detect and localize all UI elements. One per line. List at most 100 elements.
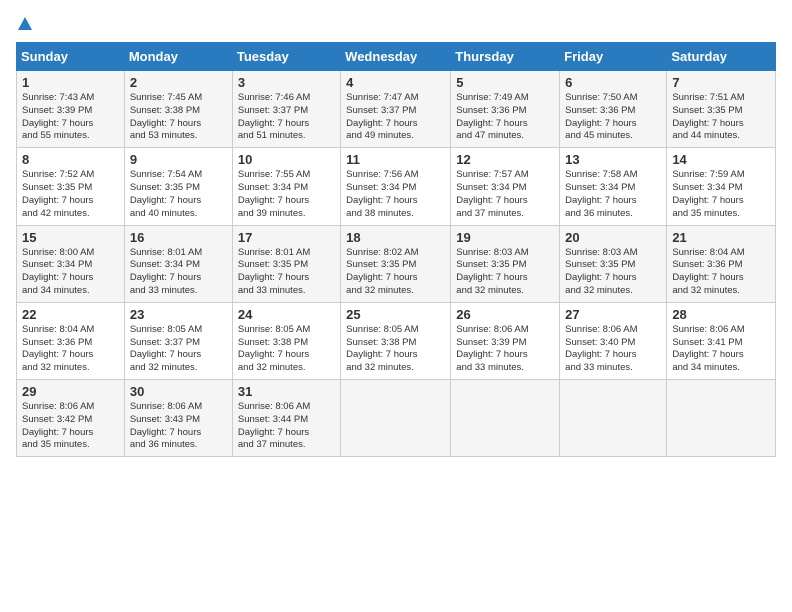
calendar-cell: 18Sunrise: 8:02 AMSunset: 3:35 PMDayligh… [341,225,451,302]
day-number: 8 [22,152,119,167]
day-number: 10 [238,152,335,167]
day-detail: Sunrise: 7:50 AMSunset: 3:36 PMDaylight:… [565,92,661,143]
day-detail: Sunrise: 7:45 AMSunset: 3:38 PMDaylight:… [130,92,227,143]
day-detail: Sunrise: 8:00 AMSunset: 3:34 PMDaylight:… [22,247,119,298]
calendar-week-row: 22Sunrise: 8:04 AMSunset: 3:36 PMDayligh… [17,302,776,379]
day-detail: Sunrise: 7:47 AMSunset: 3:37 PMDaylight:… [346,92,445,143]
day-detail: Sunrise: 8:05 AMSunset: 3:37 PMDaylight:… [130,324,227,375]
day-number: 22 [22,307,119,322]
calendar-cell: 17 Sunrise: 8:01 AMSunset: 3:35 PMDayligh… [232,225,340,302]
day-detail: Sunrise: 8:05 AMSunset: 3:38 PMDaylight:… [346,324,445,375]
calendar-cell: 4 Sunrise: 7:47 AMSunset: 3:37 PMDaylight… [341,71,451,148]
header [16,16,776,32]
calendar-cell [341,380,451,457]
day-detail: Sunrise: 7:49 AMSunset: 3:36 PMDaylight:… [456,92,554,143]
day-detail: Sunrise: 8:06 AMSunset: 3:41 PMDaylight:… [672,324,770,375]
calendar-cell: 21Sunrise: 8:04 AMSunset: 3:36 PMDayligh… [667,225,776,302]
calendar-header-monday: Monday [124,43,232,71]
calendar-cell: 23 Sunrise: 8:05 AMSunset: 3:37 PMDayligh… [124,302,232,379]
day-number: 6 [565,75,661,90]
calendar-cell: 7 Sunrise: 7:51 AMSunset: 3:35 PMDaylight… [667,71,776,148]
calendar-cell: 8 Sunrise: 7:52 AMSunset: 3:35 PMDaylight… [17,148,125,225]
day-number: 14 [672,152,770,167]
calendar-header-row: SundayMondayTuesdayWednesdayThursdayFrid… [17,43,776,71]
day-number: 2 [130,75,227,90]
calendar-week-row: 29Sunrise: 8:06 AMSunset: 3:42 PMDayligh… [17,380,776,457]
logo [16,16,34,32]
calendar-cell: 6 Sunrise: 7:50 AMSunset: 3:36 PMDaylight… [560,71,667,148]
day-number: 3 [238,75,335,90]
day-detail: Sunrise: 8:05 AMSunset: 3:38 PMDaylight:… [238,324,335,375]
day-number: 19 [456,230,554,245]
day-detail: Sunrise: 7:57 AMSunset: 3:34 PMDaylight:… [456,169,554,220]
day-detail: Sunrise: 7:54 AMSunset: 3:35 PMDaylight:… [130,169,227,220]
calendar-header-thursday: Thursday [451,43,560,71]
calendar-header-saturday: Saturday [667,43,776,71]
calendar-cell [451,380,560,457]
calendar-cell: 5 Sunrise: 7:49 AMSunset: 3:36 PMDaylight… [451,71,560,148]
day-number: 28 [672,307,770,322]
day-detail: Sunrise: 7:55 AMSunset: 3:34 PMDaylight:… [238,169,335,220]
calendar-cell: 16 Sunrise: 8:01 AMSunset: 3:34 PMDayligh… [124,225,232,302]
day-detail: Sunrise: 7:56 AMSunset: 3:34 PMDaylight:… [346,169,445,220]
calendar-cell: 9 Sunrise: 7:54 AMSunset: 3:35 PMDaylight… [124,148,232,225]
day-number: 20 [565,230,661,245]
calendar-cell: 10 Sunrise: 7:55 AMSunset: 3:34 PMDayligh… [232,148,340,225]
day-number: 4 [346,75,445,90]
calendar-cell: 26 Sunrise: 8:06 AMSunset: 3:39 PMDayligh… [451,302,560,379]
day-detail: Sunrise: 7:51 AMSunset: 3:35 PMDaylight:… [672,92,770,143]
day-detail: Sunrise: 8:06 AMSunset: 3:43 PMDaylight:… [130,401,227,452]
day-detail: Sunrise: 7:46 AMSunset: 3:37 PMDaylight:… [238,92,335,143]
calendar-cell: 13Sunrise: 7:58 AMSunset: 3:34 PMDayligh… [560,148,667,225]
day-number: 23 [130,307,227,322]
day-number: 26 [456,307,554,322]
day-number: 18 [346,230,445,245]
day-number: 16 [130,230,227,245]
day-detail: Sunrise: 7:59 AMSunset: 3:34 PMDaylight:… [672,169,770,220]
day-number: 7 [672,75,770,90]
calendar-cell: 29Sunrise: 8:06 AMSunset: 3:42 PMDayligh… [17,380,125,457]
day-detail: Sunrise: 8:03 AMSunset: 3:35 PMDaylight:… [456,247,554,298]
calendar-cell: 27 Sunrise: 8:06 AMSunset: 3:40 PMDayligh… [560,302,667,379]
calendar-cell: 28 Sunrise: 8:06 AMSunset: 3:41 PMDayligh… [667,302,776,379]
calendar-table: SundayMondayTuesdayWednesdayThursdayFrid… [16,42,776,457]
day-number: 25 [346,307,445,322]
day-detail: Sunrise: 8:04 AMSunset: 3:36 PMDaylight:… [672,247,770,298]
day-detail: Sunrise: 7:58 AMSunset: 3:34 PMDaylight:… [565,169,661,220]
day-detail: Sunrise: 8:01 AMSunset: 3:35 PMDaylight:… [238,247,335,298]
calendar-cell: 24 Sunrise: 8:05 AMSunset: 3:38 PMDayligh… [232,302,340,379]
calendar-cell [560,380,667,457]
day-number: 9 [130,152,227,167]
day-number: 5 [456,75,554,90]
day-number: 29 [22,384,119,399]
day-number: 12 [456,152,554,167]
calendar-cell: 15 Sunrise: 8:00 AMSunset: 3:34 PMDayligh… [17,225,125,302]
calendar-cell: 30 Sunrise: 8:06 AMSunset: 3:43 PMDayligh… [124,380,232,457]
day-detail: Sunrise: 8:06 AMSunset: 3:44 PMDaylight:… [238,401,335,452]
day-detail: Sunrise: 8:03 AMSunset: 3:35 PMDaylight:… [565,247,661,298]
day-number: 30 [130,384,227,399]
calendar-cell [667,380,776,457]
day-detail: Sunrise: 8:06 AMSunset: 3:39 PMDaylight:… [456,324,554,375]
day-number: 17 [238,230,335,245]
day-number: 24 [238,307,335,322]
calendar-cell: 3 Sunrise: 7:46 AMSunset: 3:37 PMDaylight… [232,71,340,148]
calendar-cell: 11Sunrise: 7:56 AMSunset: 3:34 PMDayligh… [341,148,451,225]
calendar-cell: 25 Sunrise: 8:05 AMSunset: 3:38 PMDayligh… [341,302,451,379]
calendar-cell: 19 Sunrise: 8:03 AMSunset: 3:35 PMDayligh… [451,225,560,302]
day-number: 15 [22,230,119,245]
calendar-week-row: 15 Sunrise: 8:00 AMSunset: 3:34 PMDayligh… [17,225,776,302]
day-detail: Sunrise: 8:06 AMSunset: 3:40 PMDaylight:… [565,324,661,375]
day-detail: Sunrise: 8:01 AMSunset: 3:34 PMDaylight:… [130,247,227,298]
logo-triangle-icon [17,16,33,32]
day-number: 27 [565,307,661,322]
calendar-cell: 20 Sunrise: 8:03 AMSunset: 3:35 PMDayligh… [560,225,667,302]
day-number: 1 [22,75,119,90]
calendar-cell: 22Sunrise: 8:04 AMSunset: 3:36 PMDayligh… [17,302,125,379]
calendar-cell: 31Sunrise: 8:06 AMSunset: 3:44 PMDayligh… [232,380,340,457]
calendar-header-friday: Friday [560,43,667,71]
calendar-cell: 2 Sunrise: 7:45 AMSunset: 3:38 PMDaylight… [124,71,232,148]
day-detail: Sunrise: 7:52 AMSunset: 3:35 PMDaylight:… [22,169,119,220]
calendar-cell: 12 Sunrise: 7:57 AMSunset: 3:34 PMDayligh… [451,148,560,225]
calendar-week-row: 8 Sunrise: 7:52 AMSunset: 3:35 PMDaylight… [17,148,776,225]
